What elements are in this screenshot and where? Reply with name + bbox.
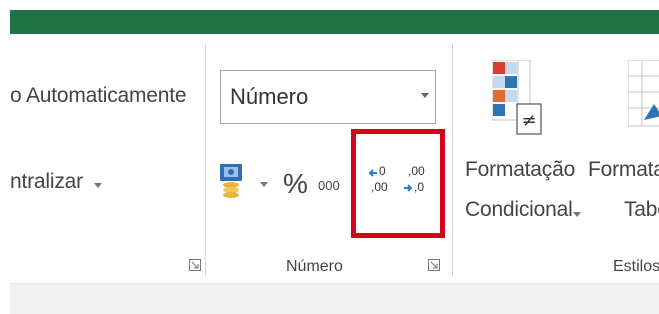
styles-group-label: Estilos [613, 258, 659, 275]
format-as-table-line2: Tabe [624, 198, 659, 221]
percent-symbol: % [283, 168, 308, 199]
number-format-dropdown-icon[interactable] [421, 93, 429, 98]
svg-text:≠: ≠ [521, 110, 536, 131]
merge-center-dropdown-icon[interactable] [94, 183, 102, 188]
number-group-label: Número [286, 258, 343, 275]
conditional-formatting-line1: Formatação [465, 158, 576, 181]
conditional-formatting-icon: ≠ [492, 60, 542, 135]
group-separator [452, 44, 453, 276]
comma-style-label: 000 [318, 178, 340, 193]
conditional-formatting-button[interactable]: ≠ Formatação Condicional [462, 60, 582, 245]
conditional-formatting-line2: Condicional [465, 198, 573, 221]
formula-bar-area [10, 283, 659, 314]
alignment-dialog-launcher-icon[interactable] [189, 259, 201, 271]
accounting-format-icon[interactable] [219, 163, 245, 201]
percent-style-button[interactable]: % [283, 168, 308, 200]
merge-center-label: ntralizar [10, 170, 83, 193]
comma-style-button[interactable]: 000 [318, 178, 340, 193]
conditional-formatting-dropdown-icon [573, 212, 581, 217]
format-as-table-line1: Formata [588, 158, 659, 181]
group-separator [205, 44, 206, 276]
accounting-format-dropdown-icon[interactable] [260, 182, 268, 187]
number-dialog-launcher-icon[interactable] [428, 259, 440, 271]
wrap-text-button[interactable]: o Automaticamente [10, 84, 187, 108]
wrap-text-label: o Automaticamente [10, 84, 187, 107]
decimal-buttons-highlight [351, 129, 445, 238]
merge-center-button[interactable]: ntralizar [10, 170, 83, 194]
format-as-table-icon [628, 60, 659, 127]
number-format-value: Número [230, 84, 309, 109]
format-as-table-button[interactable]: Formata Tabe [586, 60, 659, 245]
title-bar [10, 10, 659, 34]
